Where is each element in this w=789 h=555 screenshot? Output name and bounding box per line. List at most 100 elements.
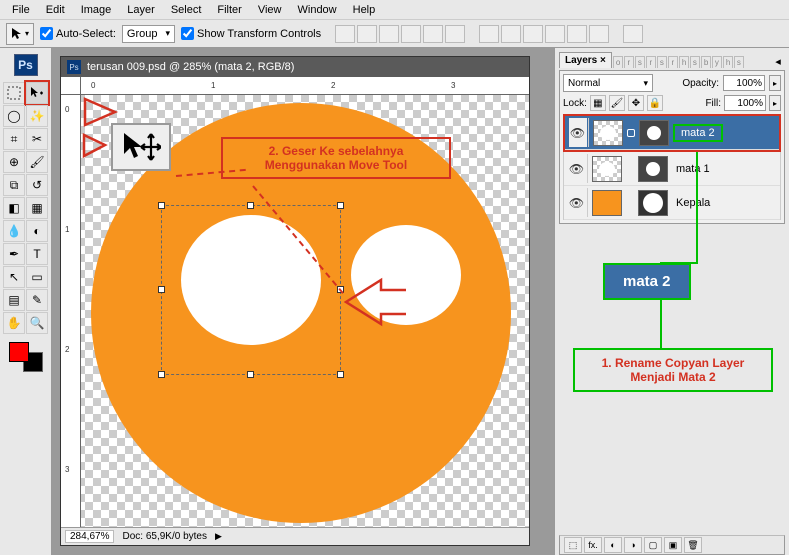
marquee-tool[interactable] [3,82,25,104]
layer-name[interactable]: mata 1 [676,163,710,175]
tab-stub-3[interactable]: s [635,56,645,68]
lock-pixels-icon[interactable]: 🖌 [609,95,625,111]
wand-tool[interactable]: ✨ [26,105,48,127]
align-vcenter-icon[interactable] [357,25,377,43]
adjustment-icon[interactable]: ◑ [624,537,642,553]
foreground-color[interactable] [9,342,29,362]
handle-bm[interactable] [247,371,254,378]
layer-row-kepala[interactable]: 👁 Kepala [564,186,780,220]
auto-select-checkbox[interactable]: Auto-Select: [40,27,116,40]
auto-select-mode-dropdown[interactable]: Group [122,25,175,43]
crop-tool[interactable]: ⌗ [3,128,25,150]
gradient-tool[interactable]: ▦ [26,197,48,219]
align-top-icon[interactable] [335,25,355,43]
blur-tool[interactable]: 💧 [3,220,25,242]
tab-stub-4[interactable]: r [646,56,656,68]
current-tool-indicator[interactable]: ▾ [6,23,34,45]
menu-edit[interactable]: Edit [38,2,73,18]
document-titlebar[interactable]: Ps terusan 009.psd @ 285% (mata 2, RGB/8… [61,57,529,77]
layer-mask-thumb[interactable] [638,156,668,182]
tab-stub-6[interactable]: r [668,56,678,68]
menu-filter[interactable]: Filter [209,2,249,18]
slice-tool[interactable]: ✂ [26,128,48,150]
move-tool[interactable] [26,82,48,104]
distribute-1-icon[interactable] [479,25,499,43]
path-tool[interactable]: ↖ [3,266,25,288]
tab-stub-2[interactable]: r [624,56,634,68]
tab-stub-7[interactable]: h [679,56,689,68]
show-transform-checkbox[interactable]: Show Transform Controls [181,27,321,40]
layer-thumb[interactable] [593,120,623,146]
distribute-4-icon[interactable] [545,25,565,43]
lock-all-icon[interactable]: 🔒 [647,95,663,111]
panel-menu-icon[interactable]: ◂ [771,54,785,68]
tab-stub-9[interactable]: b [701,56,711,68]
canvas[interactable]: 0 1 2 3 0 1 2 3 [61,77,529,527]
brush-tool[interactable]: 🖌 [26,151,48,173]
visibility-icon[interactable]: 👁 [569,118,587,147]
align-right-icon[interactable] [445,25,465,43]
new-layer-icon[interactable]: ▣ [664,537,682,553]
arrange-icon[interactable] [623,25,643,43]
layer-row-mata2[interactable]: 👁 mata 2 [565,116,779,150]
dodge-tool[interactable]: ◐ [26,220,48,242]
layer-thumb[interactable] [592,156,622,182]
distribute-3-icon[interactable] [523,25,543,43]
menu-file[interactable]: File [4,2,38,18]
tab-stub-8[interactable]: s [690,56,700,68]
layer-mask-thumb[interactable] [639,120,669,146]
tab-stub-5[interactable]: s [657,56,667,68]
handle-tr[interactable] [337,202,344,209]
type-tool[interactable]: T [26,243,48,265]
group-icon[interactable]: ▢ [644,537,662,553]
zoom-tool[interactable]: 🔍 [26,312,48,334]
heal-tool[interactable]: ⊕ [3,151,25,173]
menu-image[interactable]: Image [73,2,120,18]
menu-layer[interactable]: Layer [119,2,163,18]
align-bottom-icon[interactable] [379,25,399,43]
layer-name[interactable]: Kepala [676,197,710,209]
layer-mask-thumb[interactable] [638,190,668,216]
transform-bounds[interactable] [161,205,341,375]
tab-layers[interactable]: Layers × [559,52,612,68]
distribute-6-icon[interactable] [589,25,609,43]
menu-window[interactable]: Window [290,2,345,18]
fill-arrow-icon[interactable]: ▸ [769,95,781,111]
shape-tool[interactable]: ▭ [26,266,48,288]
distribute-2-icon[interactable] [501,25,521,43]
auto-select-check[interactable] [40,27,53,40]
menu-view[interactable]: View [250,2,290,18]
align-hcenter-icon[interactable] [423,25,443,43]
tab-stub-10[interactable]: y [712,56,722,68]
tab-stub-1[interactable]: o [613,56,623,68]
tab-stub-12[interactable]: s [734,56,744,68]
layer-thumb[interactable] [592,190,622,216]
blend-mode-dropdown[interactable]: Normal [563,74,653,92]
handle-tm[interactable] [247,202,254,209]
pen-tool[interactable]: ✒ [3,243,25,265]
stamp-tool[interactable]: ⧉ [3,174,25,196]
distribute-5-icon[interactable] [567,25,587,43]
tab-stub-11[interactable]: h [723,56,733,68]
handle-tl[interactable] [158,202,165,209]
opacity-arrow-icon[interactable]: ▸ [769,75,781,91]
history-brush-tool[interactable]: ↺ [26,174,48,196]
handle-bl[interactable] [158,371,165,378]
zoom-field[interactable]: 284,67% [65,530,114,543]
lock-position-icon[interactable]: ✥ [628,95,644,111]
notes-tool[interactable]: ▤ [3,289,25,311]
layer-row-mata1[interactable]: 👁 mata 1 [564,152,780,186]
handle-ml[interactable] [158,286,165,293]
delete-layer-icon[interactable]: 🗑 [684,537,702,553]
fx-icon[interactable]: fx. [584,537,602,553]
menu-select[interactable]: Select [163,2,210,18]
align-left-icon[interactable] [401,25,421,43]
color-picker[interactable] [9,342,43,372]
eyedropper-tool[interactable]: ✎ [26,289,48,311]
menu-help[interactable]: Help [345,2,384,18]
hand-tool[interactable]: ✋ [3,312,25,334]
visibility-icon[interactable]: 👁 [568,162,586,176]
mask-icon[interactable]: ◐ [604,537,622,553]
opacity-field[interactable]: 100% [723,75,765,91]
lasso-tool[interactable]: ◯ [3,105,25,127]
